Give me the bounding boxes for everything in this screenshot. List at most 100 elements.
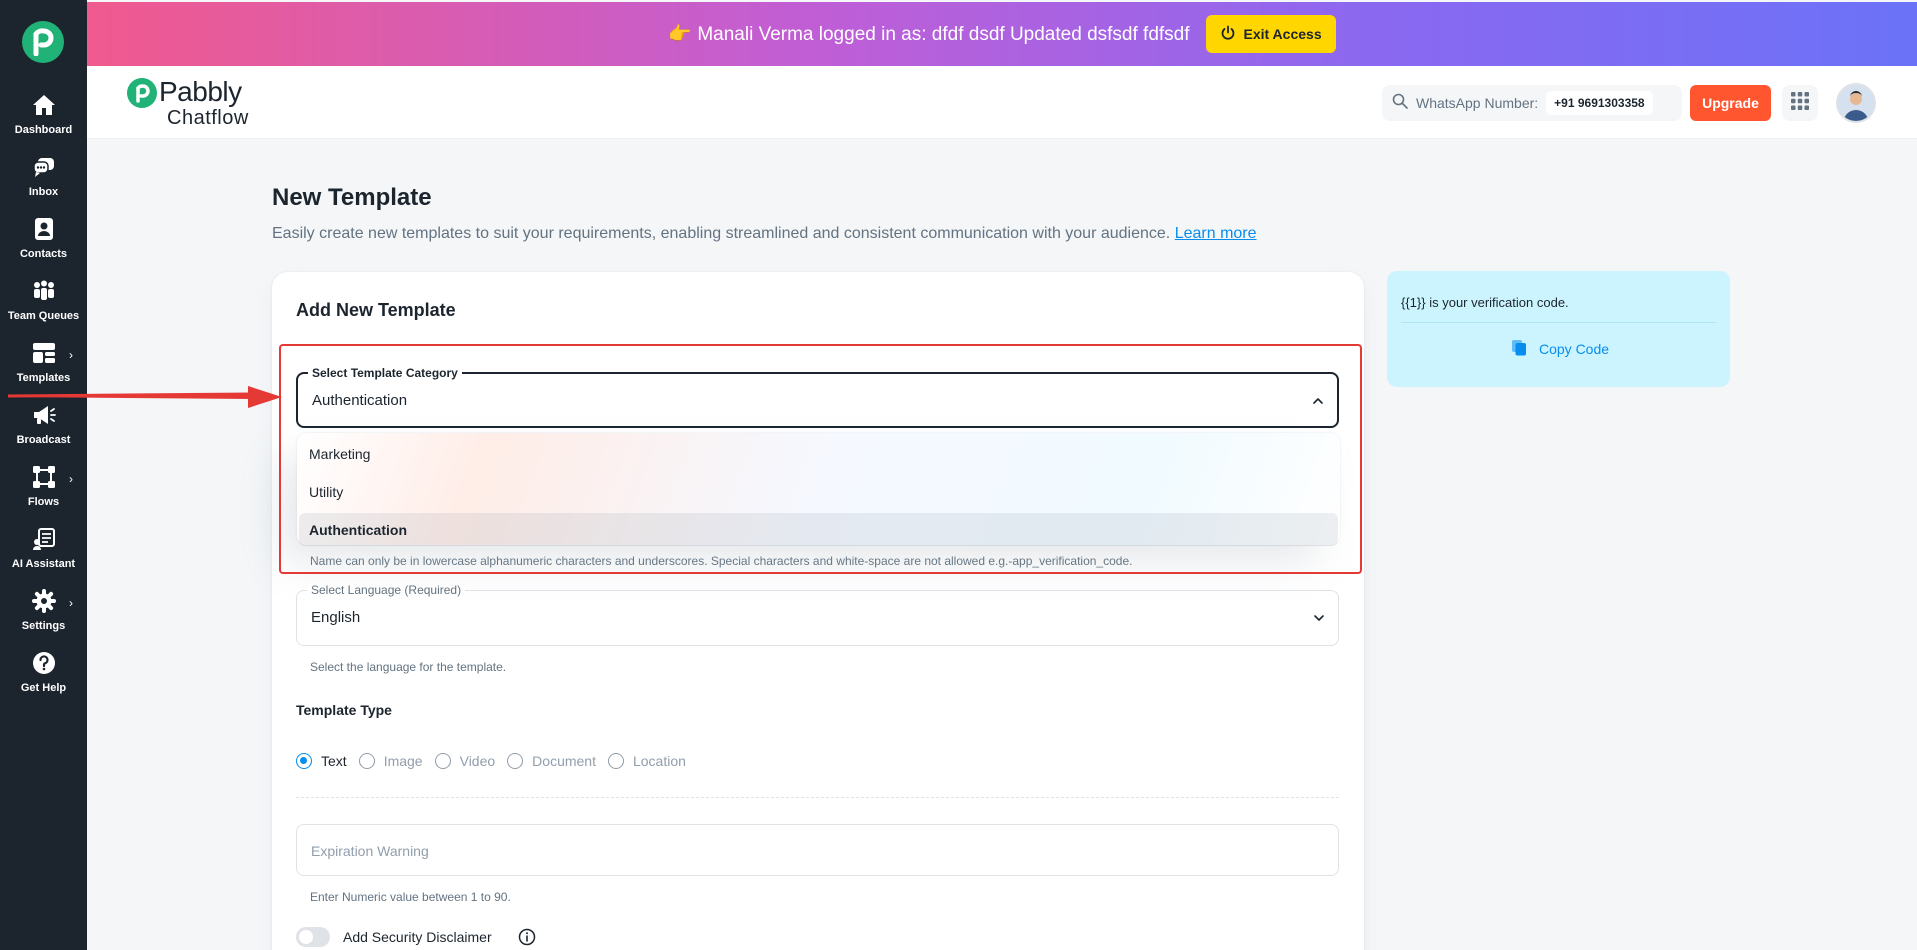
sidebar-item-label: Get Help	[20, 682, 67, 694]
language-helper: Select the language for the template.	[310, 660, 507, 674]
sidebar-item-label: AI Assistant	[11, 558, 76, 570]
top-header: Pabbly Chatflow WhatsApp Number: +91 969…	[87, 66, 1917, 139]
sidebar-item-get-help[interactable]: Get Help	[0, 646, 87, 708]
sidebar: Dashboard Inbox Contacts Team Queues Tem…	[0, 0, 87, 950]
sidebar-item-templates[interactable]: Templates ›	[0, 336, 87, 398]
megaphone-icon	[31, 402, 57, 428]
sidebar-item-label: Contacts	[19, 248, 68, 260]
template-category-select[interactable]: Select Template Category Authentication	[296, 366, 1339, 428]
chevron-down-icon	[1312, 611, 1326, 630]
brand-name: Pabbly	[159, 76, 242, 107]
menu-item-authentication[interactable]: Authentication	[299, 513, 1338, 546]
expiration-helper: Enter Numeric value between 1 to 90.	[310, 890, 511, 904]
apps-grid-button[interactable]	[1782, 85, 1818, 121]
radio-circle[interactable]	[507, 753, 524, 769]
template-type-label: Template Type	[296, 702, 392, 718]
whatsapp-number-box[interactable]: WhatsApp Number: +91 9691303358	[1382, 85, 1682, 121]
sidebar-item-contacts[interactable]: Contacts	[0, 212, 87, 274]
preview-divider	[1401, 322, 1716, 323]
menu-item-utility[interactable]: Utility	[299, 475, 1338, 508]
gear-icon	[31, 588, 57, 614]
impersonation-banner: 👉 Manali Verma logged in as: dfdf dsdf U…	[87, 2, 1917, 66]
radio-circle[interactable]	[434, 753, 451, 769]
brand-p-icon	[127, 78, 157, 108]
page-title: New Template	[272, 184, 432, 211]
page-description-text: Easily create new templates to suit your…	[272, 225, 1171, 242]
sidebar-item-label: Team Queues	[7, 310, 80, 322]
sidebar-item-label: Dashboard	[14, 124, 73, 136]
preview-message: {{1}} is your verification code.	[1401, 295, 1569, 310]
radio-text[interactable]: Text	[296, 753, 347, 769]
radio-document[interactable]: Document	[507, 753, 596, 769]
info-icon[interactable]	[518, 928, 536, 946]
template-category-value: Authentication	[312, 392, 408, 409]
grid-icon	[1790, 91, 1810, 116]
sidebar-item-ai-assistant[interactable]: AI Assistant	[0, 522, 87, 584]
radio-label: Text	[321, 753, 347, 769]
sidebar-item-flows[interactable]: Flows ›	[0, 460, 87, 522]
app-logo[interactable]	[22, 21, 64, 63]
help-icon	[31, 650, 57, 676]
page-description: Easily create new templates to suit your…	[272, 225, 1257, 243]
language-select[interactable]: Select Language (Required) English	[296, 583, 1339, 646]
upgrade-button[interactable]: Upgrade	[1690, 85, 1771, 121]
expiration-warning-input[interactable]: Expiration Warning	[296, 824, 1339, 876]
ai-assistant-icon	[31, 526, 57, 552]
search-icon	[1392, 93, 1408, 114]
chevron-right-icon: ›	[69, 472, 73, 486]
template-category-label: Select Template Category	[308, 366, 462, 380]
radio-label: Video	[459, 753, 496, 769]
section-divider	[296, 797, 1339, 798]
power-icon	[1220, 25, 1236, 44]
sidebar-item-team-queues[interactable]: Team Queues	[0, 274, 87, 336]
security-disclaimer-label: Add Security Disclaimer	[343, 929, 492, 945]
radio-video[interactable]: Video	[434, 753, 496, 769]
sidebar-item-broadcast[interactable]: Broadcast	[0, 398, 87, 460]
radio-circle[interactable]	[607, 753, 624, 769]
contacts-icon	[31, 216, 57, 242]
chevron-up-icon	[1311, 394, 1325, 413]
template-name-helper: Name can only be in lowercase alphanumer…	[310, 554, 1133, 568]
banner-text: 👉 Manali Verma logged in as: dfdf dsdf U…	[668, 24, 1190, 45]
copy-icon	[1511, 339, 1527, 359]
copy-code-label: Copy Code	[1539, 341, 1610, 357]
menu-item-marketing[interactable]: Marketing	[299, 437, 1338, 470]
radio-label: Image	[383, 753, 423, 769]
learn-more-link[interactable]: Learn more	[1175, 225, 1257, 242]
templates-icon	[31, 340, 57, 366]
sidebar-item-dashboard[interactable]: Dashboard	[0, 88, 87, 150]
add-template-card: Add New Template Select Template Categor…	[272, 272, 1364, 950]
security-disclaimer-toggle[interactable]	[296, 927, 330, 947]
sidebar-item-settings[interactable]: Settings ›	[0, 584, 87, 646]
radio-image[interactable]: Image	[358, 753, 423, 769]
chevron-right-icon: ›	[69, 348, 73, 362]
sidebar-item-label: Templates	[16, 372, 71, 384]
whatsapp-number: +91 9691303358	[1546, 91, 1653, 115]
chat-icon	[31, 154, 57, 180]
exit-access-button[interactable]: Exit Access	[1205, 15, 1336, 53]
copy-code-button[interactable]: Copy Code	[1511, 339, 1609, 359]
radio-circle[interactable]	[296, 753, 312, 769]
radio-label: Document	[532, 753, 596, 769]
sidebar-item-label: Flows	[27, 496, 60, 508]
language-value: English	[311, 609, 361, 626]
home-icon	[31, 92, 57, 118]
team-icon	[31, 278, 57, 304]
radio-label: Location	[632, 753, 686, 769]
card-title: Add New Template	[296, 300, 456, 320]
radio-circle[interactable]	[358, 753, 375, 769]
template-preview: {{1}} is your verification code. Copy Co…	[1387, 271, 1730, 387]
template-type-radio-group: Text Image Video Document Location	[296, 753, 698, 769]
exit-access-label: Exit Access	[1243, 26, 1322, 42]
sidebar-item-inbox[interactable]: Inbox	[0, 150, 87, 212]
radio-location[interactable]: Location	[607, 753, 686, 769]
sidebar-item-label: Settings	[21, 620, 66, 632]
sidebar-item-label: Broadcast	[16, 434, 71, 446]
flows-icon	[31, 464, 57, 490]
user-avatar[interactable]	[1836, 83, 1876, 123]
expiration-placeholder: Expiration Warning	[311, 843, 429, 859]
language-label: Select Language (Required)	[307, 583, 466, 597]
chevron-right-icon: ›	[69, 596, 73, 610]
sidebar-item-label: Inbox	[28, 186, 59, 198]
brand-logo[interactable]: Pabbly Chatflow	[127, 78, 249, 128]
